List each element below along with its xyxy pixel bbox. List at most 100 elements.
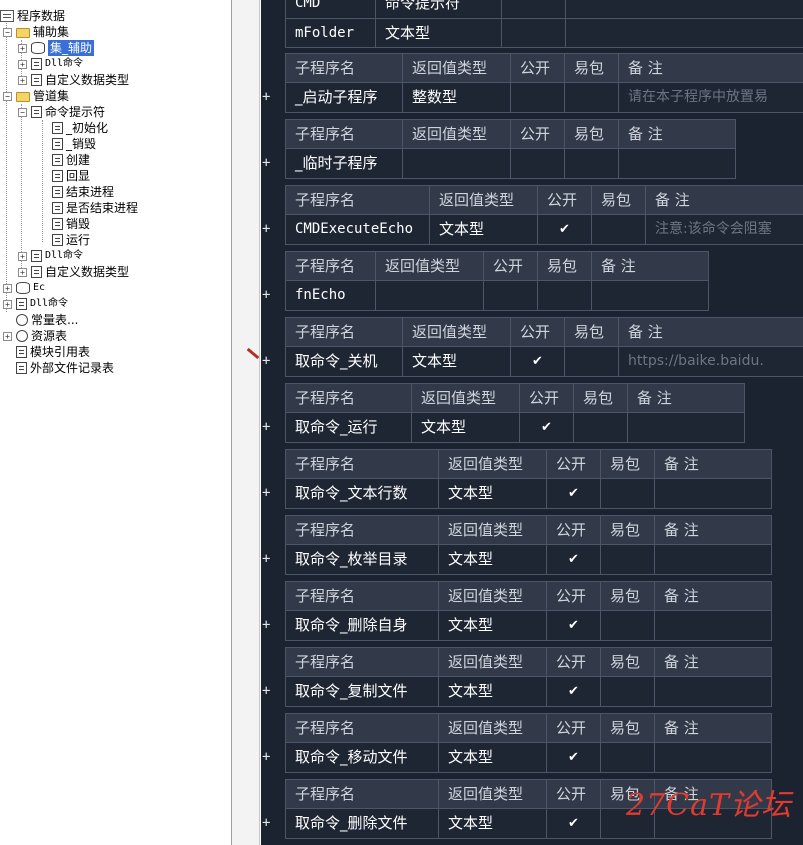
expand-toggle-icon[interactable]: + — [18, 267, 27, 277]
public-check-icon[interactable]: ✔ — [547, 545, 601, 574]
note-cell[interactable]: https://baike.baidu. — [619, 347, 803, 376]
project-tree[interactable]: 程序数据 − 辅助集 + 集_辅助 + Dll命令 + 自定义数据类型 − 管道… — [0, 0, 232, 845]
return-type[interactable] — [376, 281, 484, 310]
subroutine-name[interactable]: 取命令_移动文件 — [286, 743, 439, 772]
collapse-toggle-icon[interactable]: − — [3, 91, 12, 101]
easy-pack-cell[interactable] — [601, 743, 655, 772]
expand-subroutine-icon[interactable]: + — [262, 683, 274, 699]
return-type[interactable]: 文本型 — [439, 545, 547, 574]
tree-item-aux-set[interactable]: − 辅助集 — [3, 24, 69, 40]
return-type[interactable]: 文本型 — [439, 611, 547, 640]
easy-pack-cell[interactable] — [601, 677, 655, 706]
tree-item-method-dispose[interactable]: 销毁 — [52, 216, 90, 232]
note-cell[interactable] — [592, 281, 708, 310]
easy-pack-cell[interactable] — [601, 479, 655, 508]
expand-subroutine-icon[interactable]: + — [262, 155, 274, 171]
expand-toggle-icon[interactable]: + — [18, 59, 27, 69]
easy-pack-cell[interactable] — [565, 347, 619, 376]
easy-pack-cell[interactable] — [592, 215, 646, 244]
splitter-bar[interactable] — [232, 0, 260, 845]
tree-item-method-create[interactable]: 创建 — [52, 152, 90, 168]
note-cell[interactable] — [655, 611, 771, 640]
expand-subroutine-icon[interactable]: + — [262, 815, 274, 831]
public-check-icon[interactable] — [484, 281, 538, 310]
return-type[interactable]: 文本型 — [439, 677, 547, 706]
note-cell[interactable] — [619, 149, 735, 178]
tree-item-ec[interactable]: + Ec — [3, 280, 45, 296]
tree-item-datatype-1[interactable]: + 自定义数据类型 — [18, 72, 129, 88]
note-cell[interactable]: 注意:该命令会阻塞 — [646, 215, 803, 244]
easy-pack-cell[interactable] — [601, 545, 655, 574]
subroutine-name[interactable]: 取命令_删除文件 — [286, 809, 439, 838]
expand-subroutine-icon[interactable]: + — [262, 419, 274, 435]
tree-item-pipe-set[interactable]: − 管道集 — [3, 88, 69, 104]
tree-item-dll-1[interactable]: + Dll命令 — [18, 56, 83, 72]
table-row[interactable]: CMD 命令提示符 — [286, 0, 803, 18]
note-cell[interactable] — [628, 413, 744, 442]
variable-extra[interactable] — [566, 0, 803, 18]
public-check-icon[interactable]: ✔ — [547, 611, 601, 640]
subroutine-name[interactable]: 取命令_关机 — [286, 347, 403, 376]
expand-subroutine-icon[interactable]: + — [262, 617, 274, 633]
expand-subroutine-icon[interactable]: + — [262, 485, 274, 501]
easy-pack-cell[interactable] — [574, 413, 628, 442]
public-check-icon[interactable]: ✔ — [511, 347, 565, 376]
tree-item-method-kill[interactable]: 结束进程 — [52, 184, 114, 200]
easy-pack-cell[interactable] — [565, 83, 619, 112]
expand-subroutine-icon[interactable]: + — [262, 551, 274, 567]
variable-extra[interactable] — [502, 0, 566, 18]
return-type[interactable]: 文本型 — [403, 347, 511, 376]
subroutine-name[interactable]: _启动子程序 — [286, 83, 403, 112]
tree-item-method-destroy[interactable]: _销毁 — [52, 136, 96, 152]
expand-subroutine-icon[interactable]: + — [262, 221, 274, 237]
expand-subroutine-icon[interactable]: + — [262, 749, 274, 765]
expand-toggle-icon[interactable]: + — [18, 43, 27, 53]
tree-item-resources[interactable]: + 资源表 — [3, 328, 67, 344]
note-cell[interactable] — [655, 479, 771, 508]
easy-pack-cell[interactable] — [538, 281, 592, 310]
variable-type[interactable]: 命令提示符 — [376, 0, 502, 18]
note-cell[interactable]: 请在本子程序中放置易 — [619, 83, 803, 112]
subroutine-name[interactable]: 取命令_删除自身 — [286, 611, 439, 640]
collapse-toggle-icon[interactable]: − — [18, 107, 27, 117]
subroutine-name[interactable]: 取命令_枚举目录 — [286, 545, 439, 574]
tree-item-file-records[interactable]: 外部文件记录表 — [16, 360, 114, 376]
expand-toggle-icon[interactable]: + — [3, 331, 12, 341]
subroutine-name[interactable]: 取命令_运行 — [286, 413, 412, 442]
expand-toggle-icon[interactable]: + — [18, 251, 27, 261]
public-check-icon[interactable]: ✔ — [547, 809, 601, 838]
public-check-icon[interactable] — [511, 83, 565, 112]
expand-subroutine-icon[interactable]: + — [262, 287, 274, 303]
table-row[interactable]: _临时子程序 — [286, 149, 735, 178]
tree-item-method-init[interactable]: _初始化 — [52, 120, 108, 136]
table-row[interactable]: 取命令_复制文件 文本型 ✔ — [286, 677, 771, 706]
return-type[interactable]: 整数型 — [403, 83, 511, 112]
public-check-icon[interactable]: ✔ — [520, 413, 574, 442]
variable-extra[interactable] — [566, 19, 803, 47]
easy-pack-cell[interactable] — [601, 611, 655, 640]
table-row[interactable]: _启动子程序 整数型 请在本子程序中放置易 — [286, 83, 803, 112]
expand-toggle-icon[interactable]: + — [3, 283, 12, 293]
expand-toggle-icon[interactable]: + — [18, 75, 27, 85]
variable-name[interactable]: CMD — [286, 0, 376, 18]
tree-item-dll-3[interactable]: + Dll命令 — [3, 296, 68, 312]
table-row[interactable]: mFolder 文本型 — [286, 18, 803, 47]
tree-item-method-run[interactable]: 运行 — [52, 232, 90, 248]
public-check-icon[interactable] — [511, 149, 565, 178]
tree-item-cmd-class[interactable]: − 命令提示符 — [18, 104, 105, 120]
subroutine-name[interactable]: 取命令_复制文件 — [286, 677, 439, 706]
tree-item-method-echo[interactable]: 回显 — [52, 168, 90, 184]
collapse-toggle-icon[interactable]: − — [3, 27, 12, 37]
expand-toggle-icon[interactable]: + — [3, 299, 12, 309]
public-check-icon[interactable]: ✔ — [547, 677, 601, 706]
tree-root[interactable]: 程序数据 — [0, 8, 65, 24]
easy-pack-cell[interactable] — [565, 149, 619, 178]
note-cell[interactable] — [655, 743, 771, 772]
return-type[interactable]: 文本型 — [430, 215, 538, 244]
expand-subroutine-icon[interactable]: + — [262, 89, 274, 105]
table-row[interactable]: 取命令_删除自身 文本型 ✔ — [286, 611, 771, 640]
table-row[interactable]: 取命令_关机 文本型 ✔ https://baike.baidu. — [286, 347, 803, 376]
table-row[interactable]: fnEcho — [286, 281, 708, 310]
table-row[interactable]: CMDExecuteEcho 文本型 ✔ 注意:该命令会阻塞 — [286, 215, 803, 244]
table-row[interactable]: 取命令_运行 文本型 ✔ — [286, 413, 744, 442]
